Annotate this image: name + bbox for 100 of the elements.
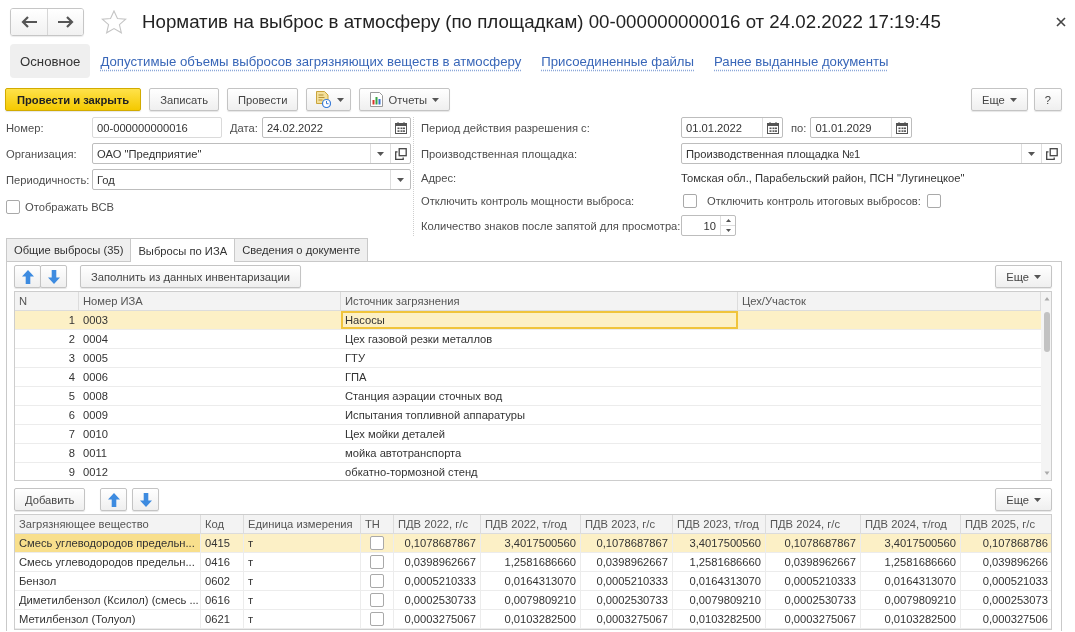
back-button[interactable] (11, 9, 47, 35)
table-cell: 0,0003275067 (766, 610, 861, 628)
checkbox[interactable] (370, 574, 384, 588)
date-field[interactable]: 01.01.2022 (681, 117, 783, 138)
table-row[interactable]: 6 0009 Испытания топливной аппаратуры (15, 406, 1041, 425)
star-icon[interactable] (101, 9, 127, 35)
tab[interactable]: Общие выбросы (35) (6, 238, 132, 261)
toolbar-button[interactable]: Добавить (14, 488, 86, 511)
checkbox[interactable] (370, 555, 384, 569)
move-down-button[interactable] (132, 488, 160, 511)
primary-button[interactable]: Провести и закрыть (5, 88, 142, 111)
table-cell: Бензол (15, 572, 201, 590)
table-cell: 3,4017500560 (673, 534, 766, 552)
table-cell: 0602 (201, 572, 244, 590)
table-cell-text: 1 (67, 313, 76, 328)
date-field[interactable]: 01.01.2029 (810, 117, 913, 138)
table-cell: т (244, 553, 361, 571)
table-row[interactable]: 4 0006 ГПА (15, 368, 1041, 387)
field-label: Адрес: (421, 172, 458, 184)
caret-icon (1028, 151, 1035, 156)
column-header[interactable]: N (15, 292, 79, 310)
scrollbar[interactable] (1041, 292, 1051, 480)
toolbar-button[interactable]: Заполнить из данных инвентаризации (80, 265, 301, 288)
column-header[interactable]: ТН (361, 515, 394, 533)
column-header[interactable]: ПДВ 2024, т/год (861, 515, 961, 533)
column-header[interactable]: ПДВ 2025, г/с (961, 515, 1051, 533)
close-icon (1056, 17, 1066, 27)
toolbar-button[interactable]: ? (1033, 88, 1062, 111)
section-link[interactable]: Допустимые объемы выбросов загрязняющих веществ в атмосферу (90, 44, 532, 78)
table-cell: 0,0103282500 (861, 610, 961, 628)
table-cell: т (244, 610, 361, 628)
move-down-button[interactable] (40, 265, 67, 288)
table-row[interactable]: 7 0010 Цех мойки деталей (15, 425, 1041, 444)
column-header[interactable]: Источник загрязнения (341, 292, 738, 310)
document-clock-icon (315, 91, 332, 108)
calendar-button[interactable] (390, 118, 410, 137)
open-button[interactable] (1041, 144, 1061, 163)
table-cell: 0,0002530733 (581, 591, 673, 609)
table-cell-text: 0012 (82, 465, 109, 480)
table-row[interactable]: Бензол 0602 т 0,0005210333 0,0164313070 0,0005210333 0,0164313070 0,0005210333 0,0164313070 0,000521033 (15, 572, 1051, 591)
column-header[interactable]: Загрязняющее вещество (15, 515, 201, 533)
calendar-button[interactable] (762, 118, 782, 137)
tab[interactable]: Сведения о документе (234, 238, 369, 261)
reports-menu-button[interactable]: Отчеты (359, 88, 451, 111)
table-row[interactable]: 5 0008 Станция аэрации сточных вод (15, 387, 1041, 406)
table-row[interactable]: 2 0004 Цех газовой резки металлов (15, 330, 1041, 349)
column-header[interactable]: Единица измерения (244, 515, 361, 533)
table-row[interactable]: Диметилбензол (Ксилол) (смесь ... 0616 т 0,0002530733 0,0079809210 0,0002530733 0,0079809210 0,0002530733 0,0079809210 0,000253073 (15, 591, 1051, 610)
column-header[interactable]: ПДВ 2024, г/с (766, 515, 861, 533)
more-menu-button[interactable]: Еще (971, 88, 1028, 111)
toolbar-button[interactable]: Провести (227, 88, 299, 111)
date-field[interactable]: 24.02.2022 (261, 117, 411, 138)
section-link[interactable]: Ранее выданные документы (704, 44, 899, 78)
caret-icon (397, 177, 404, 182)
section-link[interactable]: Присоединенные файлы (531, 44, 704, 78)
checkbox[interactable] (370, 593, 384, 607)
table-cell: 0415 (201, 534, 244, 552)
checkbox[interactable] (6, 200, 20, 214)
table-cell: 0,0164313070 (673, 572, 766, 590)
table-cell: Смесь углеводородов предельн... (15, 534, 201, 552)
table-row[interactable]: Смесь углеводородов предельн... 0415 т 0,1078687867 3,4017500560 0,1078687867 3,4017500560 0,1078687867 3,4017500560 0,107868786 (15, 534, 1051, 553)
checkbox[interactable] (370, 612, 384, 626)
table-cell-text: Цех газовой резки металлов (344, 332, 494, 347)
more-menu-button[interactable]: Еще (995, 488, 1052, 511)
table-cell: Насосы (341, 311, 738, 329)
document-menu-button[interactable] (306, 88, 352, 111)
table-row[interactable]: Смесь углеводородов предельн... 0416 т 0,0398962667 1,2581686660 0,0398962667 1,2581686660 0,0398962667 1,2581686660 0,039896266 (15, 553, 1051, 572)
calendar-icon (766, 121, 779, 134)
open-button[interactable] (390, 144, 410, 163)
site-field[interactable]: Производственная площадка №1 (681, 143, 1062, 164)
table-row[interactable]: 8 0011 мойка автотранспорта (15, 444, 1041, 463)
column-header[interactable]: ПДВ 2023, т/год (673, 515, 766, 533)
checkbox[interactable] (370, 536, 384, 550)
tab[interactable]: Выбросы по ИЗА (130, 238, 236, 262)
number-field[interactable]: 10 (681, 215, 736, 236)
spin-down-button[interactable] (721, 225, 735, 235)
column-header[interactable]: ПДВ 2022, г/с (394, 515, 481, 533)
number-field[interactable]: 00-000000000016 (92, 117, 222, 138)
table-row[interactable]: 1 0003 Насосы (15, 311, 1041, 330)
move-up-button[interactable] (14, 265, 41, 288)
field-label: Номер: (6, 121, 45, 134)
periodicity-field[interactable]: Год (92, 169, 411, 190)
checkbox[interactable] (683, 194, 697, 208)
organization-field[interactable]: ОАО "Предприятие" (92, 143, 411, 164)
window-title: Норматив на выброс в атмосферу (по площадкам) 00-000000000016 от 24.02.2022 17:19:45 (142, 11, 941, 33)
toolbar-button[interactable]: Записать (149, 88, 219, 111)
table-row[interactable]: 3 0005 ГТУ (15, 349, 1041, 368)
column-header[interactable]: Номер ИЗА (79, 292, 341, 310)
table-row[interactable]: Метилбензол (Толуол) 0621 т 0,0003275067 0,0103282500 0,0003275067 0,0103282500 0,0003275067 0,0103282500 0,000327506 (15, 610, 1051, 629)
column-header[interactable]: Код (201, 515, 244, 533)
arrow-down-icon (47, 269, 60, 284)
more-menu-button[interactable]: Еще (995, 265, 1052, 288)
move-up-button[interactable] (100, 488, 128, 511)
section-tab[interactable]: Основное (10, 44, 91, 78)
column-header[interactable]: ПДВ 2023, г/с (581, 515, 673, 533)
close-button[interactable] (1056, 17, 1066, 27)
checkbox[interactable] (926, 194, 941, 208)
column-header[interactable]: ПДВ 2022, т/год (481, 515, 581, 533)
forward-button[interactable] (47, 9, 83, 35)
table-cell-text: 0006 (82, 370, 109, 385)
